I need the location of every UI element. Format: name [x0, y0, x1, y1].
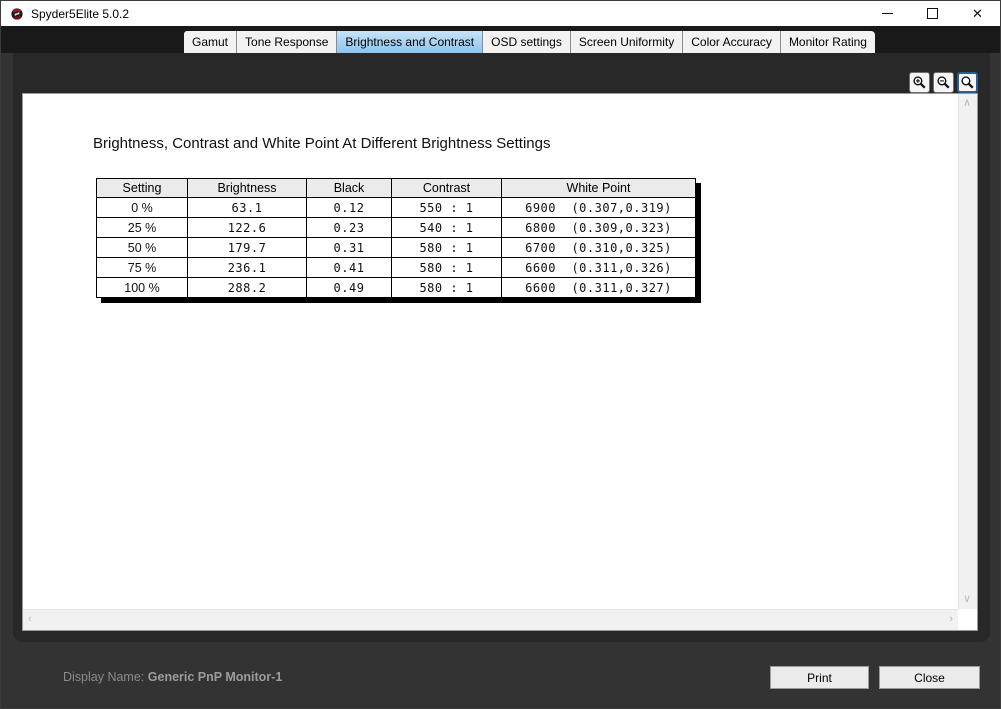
- cell-black: 0.31: [306, 237, 392, 258]
- zoom-out-button[interactable]: [933, 72, 954, 93]
- cell-brightness: 288.2: [187, 277, 307, 298]
- cell-white-point: 6800 (0.309,0.323): [501, 217, 696, 238]
- cell-contrast: 580 : 1: [391, 277, 502, 298]
- col-header-black: Black: [306, 178, 392, 198]
- scroll-right-icon[interactable]: ›: [949, 614, 953, 625]
- tab-tone-response[interactable]: Tone Response: [237, 31, 338, 53]
- col-header-setting: Setting: [96, 178, 188, 198]
- zoom-fit-icon: [961, 76, 974, 89]
- cell-contrast: 580 : 1: [391, 237, 502, 258]
- cell-setting: 50 %: [96, 237, 188, 258]
- window-title: Spyder5Elite 5.0.2: [31, 6, 130, 21]
- table-header-row: Setting Brightness Black Contrast White …: [96, 178, 696, 198]
- tab-color-accuracy[interactable]: Color Accuracy: [683, 31, 781, 53]
- cell-brightness: 179.7: [187, 237, 307, 258]
- tab-osd-settings[interactable]: OSD settings: [483, 31, 571, 53]
- cell-black: 0.41: [306, 257, 392, 278]
- cell-white-point: 6600 (0.311,0.326): [501, 257, 696, 278]
- zoom-fit-button[interactable]: [957, 72, 978, 93]
- cell-black: 0.23: [306, 217, 392, 238]
- table-row: 75 % 236.1 0.41 580 : 1 6600 (0.311,0.32…: [96, 257, 696, 278]
- cell-black: 0.49: [306, 277, 392, 298]
- report-viewport: Brightness, Contrast and White Point At …: [22, 93, 978, 631]
- col-header-contrast: Contrast: [391, 178, 502, 198]
- close-icon: ✕: [972, 5, 983, 21]
- zoom-out-icon: [937, 76, 950, 89]
- cell-setting: 25 %: [96, 217, 188, 238]
- col-header-white-point: White Point: [501, 178, 696, 198]
- cell-brightness: 122.6: [187, 217, 307, 238]
- minimize-button[interactable]: [865, 1, 910, 26]
- scroll-down-icon[interactable]: ∨: [963, 594, 971, 605]
- zoom-in-button[interactable]: [909, 72, 930, 93]
- display-name-label: Display Name:: [63, 670, 145, 684]
- tab-gamut[interactable]: Gamut: [184, 31, 238, 53]
- cell-white-point: 6700 (0.310,0.325): [501, 237, 696, 258]
- scroll-up-icon[interactable]: ∧: [963, 98, 971, 109]
- maximize-icon: [927, 8, 938, 19]
- close-button[interactable]: Close: [879, 666, 980, 689]
- table-row: 0 % 63.1 0.12 550 : 1 6900 (0.307,0.319): [96, 197, 696, 218]
- table-row: 100 % 288.2 0.49 580 : 1 6600 (0.311,0.3…: [96, 277, 696, 298]
- minimize-icon: [882, 13, 893, 14]
- zoom-in-icon: [913, 76, 926, 89]
- horizontal-scrollbar[interactable]: ‹ ›: [23, 609, 958, 630]
- tab-bar: Gamut Tone Response Brightness and Contr…: [1, 26, 1000, 53]
- vertical-scrollbar[interactable]: ∧ ∨: [958, 94, 977, 609]
- cell-contrast: 580 : 1: [391, 257, 502, 278]
- cell-brightness: 63.1: [187, 197, 307, 218]
- cell-white-point: 6900 (0.307,0.319): [501, 197, 696, 218]
- cell-setting: 0 %: [96, 197, 188, 218]
- close-window-button[interactable]: ✕: [955, 1, 1000, 26]
- report-page: Brightness, Contrast and White Point At …: [23, 94, 958, 609]
- cell-contrast: 550 : 1: [391, 197, 502, 218]
- cell-setting: 75 %: [96, 257, 188, 278]
- window-controls: ✕: [865, 1, 1000, 26]
- maximize-button[interactable]: [910, 1, 955, 26]
- cell-black: 0.12: [306, 197, 392, 218]
- cell-white-point: 6600 (0.311,0.327): [501, 277, 696, 298]
- table-row: 50 % 179.7 0.31 580 : 1 6700 (0.310,0.32…: [96, 237, 696, 258]
- scroll-left-icon[interactable]: ‹: [28, 614, 32, 625]
- table-row: 25 % 122.6 0.23 540 : 1 6800 (0.309,0.32…: [96, 217, 696, 238]
- print-button[interactable]: Print: [770, 666, 869, 689]
- measurement-table: Setting Brightness Black Contrast White …: [96, 178, 696, 298]
- scrollbar-corner: [958, 609, 977, 630]
- tab-screen-uniformity[interactable]: Screen Uniformity: [570, 31, 684, 53]
- titlebar: Spyder5Elite 5.0.2 ✕: [1, 1, 1000, 26]
- report-title: Brightness, Contrast and White Point At …: [93, 135, 551, 152]
- zoom-toolbar: [909, 72, 978, 93]
- cell-brightness: 236.1: [187, 257, 307, 278]
- cell-contrast: 540 : 1: [391, 217, 502, 238]
- spyder-logo-icon: [11, 7, 23, 20]
- col-header-brightness: Brightness: [187, 178, 307, 198]
- tab-monitor-rating[interactable]: Monitor Rating: [780, 31, 875, 53]
- cell-setting: 100 %: [96, 277, 188, 298]
- display-name: Display Name: Generic PnP Monitor-1: [63, 670, 282, 684]
- display-name-value: Generic PnP Monitor-1: [147, 670, 283, 684]
- tab-brightness-and-contrast[interactable]: Brightness and Contrast: [337, 31, 484, 53]
- app-window: Spyder5Elite 5.0.2 ✕ Gamut Tone Response…: [0, 0, 1001, 709]
